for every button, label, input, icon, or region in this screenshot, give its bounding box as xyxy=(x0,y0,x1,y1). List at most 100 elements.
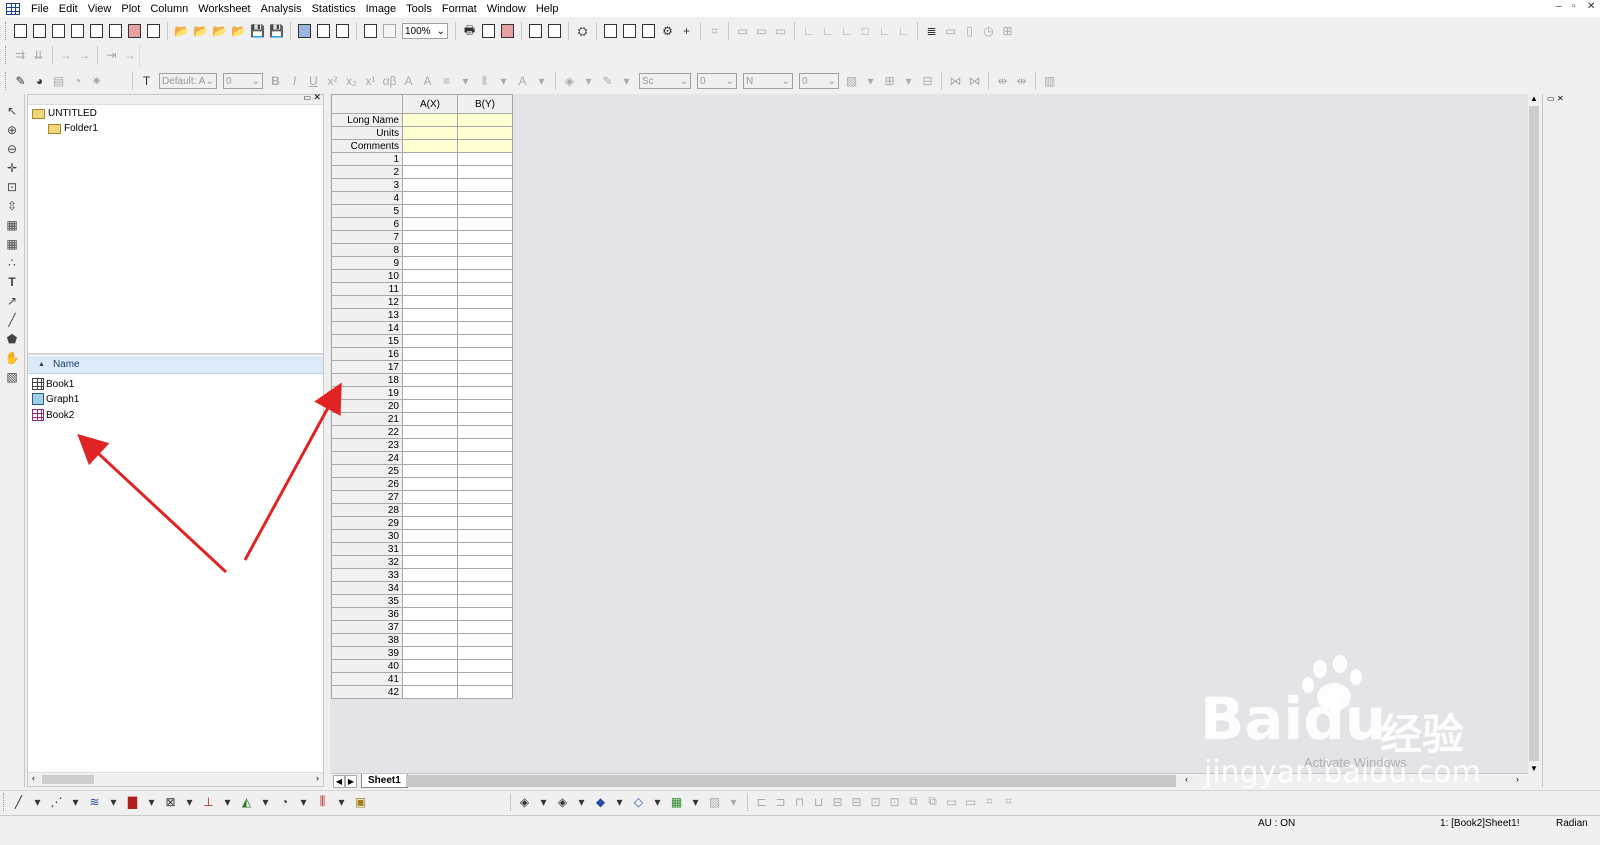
save-project-icon[interactable]: 💾 xyxy=(249,22,267,40)
table-cell[interactable] xyxy=(457,568,513,582)
table-cell[interactable] xyxy=(402,503,458,517)
row-header[interactable]: 16 xyxy=(331,347,403,361)
row-header[interactable]: 26 xyxy=(331,477,403,491)
table-cell[interactable] xyxy=(402,607,458,621)
table-cell[interactable] xyxy=(457,308,513,322)
chevron-down-icon[interactable]: ▾ xyxy=(105,793,123,811)
close-icon[interactable]: ✕ xyxy=(1557,94,1564,103)
row-header[interactable]: 33 xyxy=(331,568,403,582)
row-header[interactable]: 40 xyxy=(331,659,403,673)
menu-file[interactable]: File xyxy=(26,1,54,17)
import-ascii-icon[interactable] xyxy=(315,22,333,40)
scatter-plot-icon[interactable]: ⋰ xyxy=(48,793,66,811)
print-icon[interactable]: 🖶 xyxy=(461,22,479,40)
row-header[interactable]: 15 xyxy=(331,334,403,348)
chevron-down-icon[interactable]: ▾ xyxy=(900,72,918,90)
table-cell[interactable] xyxy=(402,490,458,504)
line-style-combo[interactable]: Sc ⌄ xyxy=(639,73,691,89)
rescale-icon[interactable]: ⋈ xyxy=(947,72,965,90)
table-cell[interactable] xyxy=(402,568,458,582)
table-cell[interactable] xyxy=(402,646,458,660)
borders-icon[interactable]: ⊞ xyxy=(881,72,899,90)
table-cell[interactable] xyxy=(402,152,458,166)
chevron-down-icon[interactable]: ▾ xyxy=(725,793,743,811)
timestamp-icon[interactable]: ◷ xyxy=(980,22,998,40)
row-header[interactable]: 24 xyxy=(331,451,403,465)
table-cell[interactable] xyxy=(402,321,458,335)
table-cell[interactable] xyxy=(402,672,458,686)
new-project-icon[interactable] xyxy=(12,22,30,40)
table-cell[interactable] xyxy=(457,321,513,335)
table-cell[interactable] xyxy=(402,542,458,556)
image-plot-icon[interactable]: ▨ xyxy=(706,793,724,811)
merge-layers-icon[interactable]: ▭ xyxy=(772,22,790,40)
chevron-down-icon[interactable]: ▾ xyxy=(495,72,513,90)
data-reader-icon[interactable]: ✛ xyxy=(1,159,23,177)
row-header[interactable]: 4 xyxy=(331,191,403,205)
meta-cell[interactable] xyxy=(402,126,458,140)
table-cell[interactable] xyxy=(457,451,513,465)
menu-statistics[interactable]: Statistics xyxy=(307,1,361,17)
command-window-icon[interactable] xyxy=(546,22,564,40)
brush-icon[interactable]: ✎ xyxy=(12,72,30,90)
table-cell[interactable] xyxy=(457,243,513,257)
table-cell[interactable] xyxy=(457,165,513,179)
new-layout-icon[interactable] xyxy=(126,22,144,40)
chevron-down-icon[interactable]: ▾ xyxy=(257,793,275,811)
toolbar-grip[interactable] xyxy=(5,46,8,64)
row-header[interactable]: 23 xyxy=(331,438,403,452)
sheet-hscroll-track[interactable] xyxy=(406,775,1176,787)
table-cell[interactable] xyxy=(457,594,513,608)
table-cell[interactable] xyxy=(457,542,513,556)
move-right-icon[interactable]: → xyxy=(57,46,74,64)
row-header[interactable]: 1 xyxy=(331,152,403,166)
border-combo[interactable]: N ⌄ xyxy=(743,73,793,89)
sort-desc-icon[interactable]: ⇊ xyxy=(30,46,47,64)
arrange-layers-icon[interactable]: ▭ xyxy=(734,22,752,40)
table-cell[interactable] xyxy=(457,412,513,426)
table-cell[interactable] xyxy=(402,230,458,244)
table-cell[interactable] xyxy=(457,256,513,270)
table-cell[interactable] xyxy=(402,685,458,699)
move-end-icon[interactable]: → xyxy=(75,46,92,64)
table-cell[interactable] xyxy=(402,516,458,530)
3d-wire-icon[interactable]: ◇ xyxy=(630,793,648,811)
pin-icon[interactable]: ▭ xyxy=(1547,94,1555,103)
line-plot-icon[interactable]: ╱ xyxy=(10,793,28,811)
row-header[interactable]: 41 xyxy=(331,672,403,686)
row-header[interactable]: 32 xyxy=(331,555,403,569)
code-builder-icon[interactable] xyxy=(621,22,639,40)
row-header[interactable]: 39 xyxy=(331,646,403,660)
menu-tools[interactable]: Tools xyxy=(401,1,437,17)
new-workbook-icon[interactable] xyxy=(31,22,49,40)
table-cell[interactable] xyxy=(402,282,458,296)
table-cell[interactable] xyxy=(457,529,513,543)
align-center-h-icon[interactable]: ⊟ xyxy=(829,793,847,811)
toolbar-grip[interactable] xyxy=(3,792,6,811)
table-cell[interactable] xyxy=(402,464,458,478)
border-width-combo[interactable]: 0 ⌄ xyxy=(799,73,839,89)
table-cell[interactable] xyxy=(457,646,513,660)
grid-corner[interactable] xyxy=(331,94,403,114)
table-icon[interactable]: ⊞ xyxy=(999,22,1017,40)
scroll-left-icon[interactable]: ‹ xyxy=(32,773,35,783)
group-icon[interactable]: ▭ xyxy=(943,793,961,811)
crop-icon[interactable]: ⌗ xyxy=(1000,793,1018,811)
scroll-right-icon[interactable]: › xyxy=(1516,774,1519,784)
table-cell[interactable] xyxy=(402,581,458,595)
chevron-down-icon[interactable]: ▾ xyxy=(573,793,591,811)
color-scale-icon[interactable]: ▯ xyxy=(961,22,979,40)
format-copy-icon[interactable]: ▤ xyxy=(50,72,68,90)
row-header[interactable]: 10 xyxy=(331,269,403,283)
greek-icon[interactable]: αβ xyxy=(381,72,399,90)
box-chart-icon[interactable]: ⊥ xyxy=(200,793,218,811)
table-cell[interactable] xyxy=(457,269,513,283)
chevron-down-icon[interactable]: ▾ xyxy=(687,793,705,811)
duplicate-icon[interactable] xyxy=(362,22,380,40)
text-tool-icon[interactable]: T xyxy=(1,273,23,291)
distribute-v-icon[interactable]: ⇹ xyxy=(1013,72,1031,90)
row-header[interactable]: 22 xyxy=(331,425,403,439)
move-left-icon[interactable]: ⇥ xyxy=(103,46,120,64)
chevron-down-icon[interactable]: ▾ xyxy=(295,793,313,811)
new-graph-icon[interactable] xyxy=(69,22,87,40)
